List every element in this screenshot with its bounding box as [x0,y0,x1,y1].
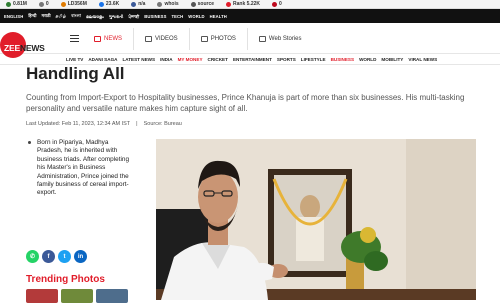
bullet-icon [28,141,31,144]
trending-thumb[interactable] [61,289,93,303]
article-summary: Counting from Import-Export to Hospitali… [26,93,465,113]
tab-videos[interactable]: VIDEOS [133,28,189,50]
logo-news: NEWS [19,43,45,53]
article-photo-image [156,139,476,300]
seo-metric-value: n/a [138,1,146,7]
top-nav-item[interactable]: বাংলা [71,13,81,20]
share-buttons: ✆ f t in [26,250,87,263]
article-meta: Last Updated: Feb 11, 2023, 12:34 AM IST… [26,121,182,127]
linkedin-share-icon[interactable]: in [74,250,87,263]
category-nav-item[interactable]: ENTERTAINMENT [233,57,272,62]
last-updated: Last Updated: Feb 11, 2023, 12:34 AM IST [26,121,131,127]
seo-metric-icon [157,1,163,7]
seo-metric[interactable]: 23.6K [93,1,125,7]
top-nav-item[interactable]: हिन्दी [28,13,36,19]
category-nav-item[interactable]: MY MONEY [178,57,203,62]
top-nav-item[interactable]: WORLD [188,14,204,19]
seo-metric-value: LD356M [67,1,87,7]
seo-metric-icon [131,1,137,7]
seo-metric[interactable]: 0.81M [0,1,33,7]
category-nav-item[interactable]: INDIA [160,57,173,62]
news-icon [94,36,101,42]
tab-news[interactable]: NEWS [86,28,133,50]
top-nav-item[interactable]: मराठी [42,13,51,19]
seo-metric-value: Rank 5.22K [233,1,260,7]
seo-metric[interactable]: LD356M [55,1,93,7]
seo-metric[interactable]: source [185,1,220,7]
twitter-share-icon[interactable]: t [58,250,71,263]
seo-toolbar: 0.81M 0 LD356M 23.6K n/a whois source Rank 5.22… [0,0,500,9]
meta-separator: | [136,121,138,127]
top-nav-item[interactable]: ગુજરાતી [109,14,124,19]
trending-thumb[interactable] [26,289,58,303]
top-nav-item[interactable]: தமிழ் [56,13,67,19]
menu-icon[interactable] [70,35,79,42]
seo-metric-icon [272,1,277,7]
category-nav-item[interactable]: VIRAL NEWS [408,57,437,62]
category-nav-item[interactable]: BUSINESS [331,57,355,62]
facebook-share-icon[interactable]: f [42,250,55,263]
seo-metric-icon [38,1,44,7]
seo-metric[interactable]: whois [151,1,184,7]
stories-icon [258,36,266,42]
seo-metric-icon [60,1,66,7]
top-nav-item[interactable]: HEALTH [210,14,227,19]
seo-metric-value: 0.81M [13,1,27,7]
seo-metric-icon [98,1,104,7]
tab-videos-label: VIDEOS [155,36,178,42]
category-nav-item[interactable]: WORLD [359,57,376,62]
seo-metric-value: source [197,1,215,7]
article-source: Source: Bureau [143,121,182,127]
category-nav-item[interactable]: ADANI SAGA [88,57,117,62]
trending-photos-heading: Trending Photos [26,274,105,285]
seo-metric-icon [226,1,232,7]
seo-metric-icon [190,1,196,7]
tab-web-stories-label: Web Stories [268,36,302,42]
category-nav-item[interactable]: LIVE TV [66,57,83,62]
article-bio: Born in Pipariya, Madhya Pradesh, he is … [37,139,129,197]
category-nav-item[interactable]: LATEST NEWS [122,57,155,62]
seo-metric-value: 0 [279,1,282,7]
logo-zee: ZEE [4,43,20,53]
category-nav-item[interactable]: CRICKET [208,57,228,62]
article-photo [156,139,476,300]
seo-metric-value: 0 [45,1,49,7]
site-header: ZEENEWS NEWS VIDEOS PHOTOS Web Stories [0,23,500,58]
trending-thumb[interactable] [96,289,128,303]
whatsapp-share-icon[interactable]: ✆ [26,250,39,263]
trending-thumbnails [26,289,128,303]
seo-metric[interactable]: 0 [266,1,288,7]
top-nav-item[interactable]: മലയാളം [86,14,104,19]
seo-metric-value: 23.6K [105,1,120,7]
header-tabs: NEWS VIDEOS PHOTOS Web Stories [86,28,313,50]
tab-web-stories[interactable]: Web Stories [246,28,313,50]
seo-metric-value: whois [164,1,179,7]
seo-metric[interactable]: Rank 5.22K [220,1,266,7]
category-nav-item[interactable]: LIFESTYLE [301,57,326,62]
article-headline: Handling All [26,64,125,83]
tab-news-label: NEWS [104,36,122,42]
camera-icon [200,36,208,42]
top-nav-item[interactable]: ਪੰਜਾਬੀ [128,14,139,19]
site-logo[interactable]: ZEENEWS [4,43,45,53]
tab-photos-label: PHOTOS [210,36,236,42]
top-nav: ENGLISH हिन्दी मराठी தமிழ் বাংলা മലയാളം ગુજરાત… [0,9,500,23]
top-nav-item[interactable]: BUSINESS [144,14,166,19]
top-nav-item[interactable]: ENGLISH [4,14,23,19]
tab-photos[interactable]: PHOTOS [188,28,247,50]
video-icon [145,36,152,42]
seo-metric[interactable]: 0 [33,1,55,7]
category-nav-item[interactable]: MOBILITY [381,57,403,62]
top-nav-item[interactable]: TECH [171,14,183,19]
seo-metric[interactable]: n/a [125,1,151,7]
category-nav-item[interactable]: SPORTS [277,57,296,62]
seo-metric-icon [6,1,11,7]
